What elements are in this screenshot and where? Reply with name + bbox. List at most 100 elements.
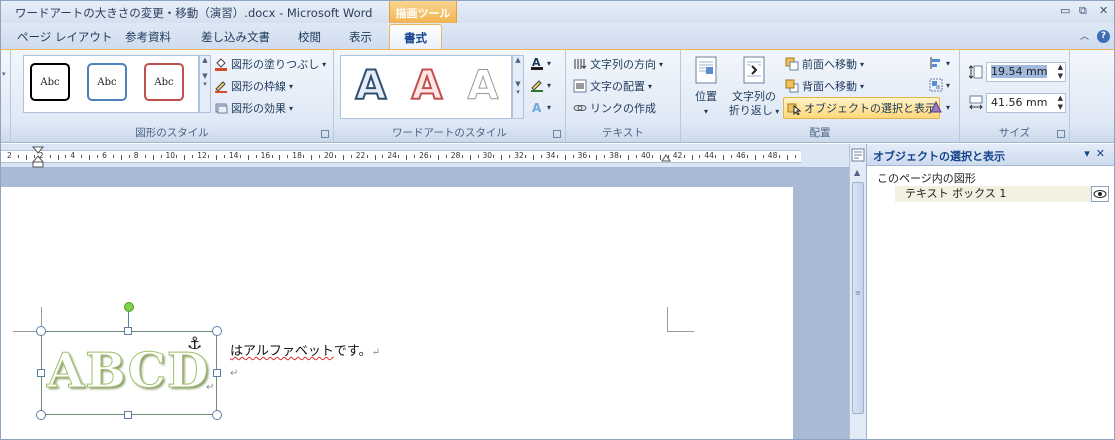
tab-page-layout[interactable]: ページ レイアウト bbox=[17, 29, 112, 45]
position-icon bbox=[695, 56, 717, 84]
help-icon[interactable]: ? bbox=[1097, 30, 1110, 43]
wordart-style-gray[interactable]: A bbox=[461, 64, 505, 109]
align-button[interactable]: ▾ bbox=[929, 56, 950, 70]
text-effects-button[interactable]: A ▾ bbox=[530, 100, 551, 114]
shape-fill-button[interactable]: 図形の塗りつぶし ▾ bbox=[214, 56, 326, 72]
resize-handle-top-right[interactable] bbox=[212, 326, 222, 336]
selection-pane-button[interactable]: オブジェクトの選択と表示 bbox=[783, 97, 940, 119]
ruler-tick bbox=[620, 155, 622, 158]
ruler-tick bbox=[794, 155, 796, 158]
body-paragraph[interactable]: はアルファベットです。↵ bbox=[230, 340, 380, 359]
shape-style-black[interactable]: Abc bbox=[30, 63, 70, 101]
shape-style-gallery-scroll[interactable]: ▲ ▼ ▾ bbox=[199, 55, 211, 113]
wordart-style-blue[interactable]: A bbox=[349, 63, 393, 109]
vertical-scrollbar[interactable]: ▲ ≡ bbox=[849, 144, 866, 439]
rotate-button[interactable]: ▾ bbox=[929, 100, 950, 114]
close-icon[interactable]: ✕ bbox=[1099, 4, 1108, 17]
wordart-gallery-scroll[interactable]: ▲ ▼ ▾ bbox=[512, 55, 524, 119]
ruler-tick bbox=[683, 155, 685, 158]
text-fill-button[interactable]: A ▾ bbox=[530, 56, 551, 70]
indent-marker-icon[interactable] bbox=[32, 146, 44, 168]
scrollbar-thumb[interactable]: ≡ bbox=[852, 182, 864, 414]
ruler-tick bbox=[311, 155, 313, 160]
selection-pane-icon bbox=[787, 103, 801, 115]
tab-format[interactable]: 書式 bbox=[389, 24, 442, 50]
sentence-end-text[interactable]: です。 bbox=[334, 344, 372, 359]
shape-height-input[interactable]: 19.54 mm ▲ ▼ bbox=[986, 62, 1066, 82]
anchor-icon[interactable]: ⚓ bbox=[187, 334, 202, 354]
wrap-text-button[interactable]: 文字列の 折り返し ▾ bbox=[727, 56, 781, 119]
position-button[interactable]: 位置 ▾ bbox=[689, 56, 723, 119]
spelling-squiggle-text[interactable]: はアルファベット bbox=[230, 344, 334, 359]
paint-bucket-icon bbox=[215, 58, 227, 71]
arrange-label: 配置 bbox=[809, 127, 831, 139]
resize-handle-bottom[interactable] bbox=[124, 411, 132, 419]
text-direction-button[interactable]: 文字列の方向 ▾ bbox=[573, 56, 663, 72]
group-shape-styles: Abc Abc Abc ▲ ▼ ▾ 図形の塗りつぶし ▾ 図形の枠線 ▾ 図形の効果 ▾ … bbox=[11, 50, 334, 142]
tab-review[interactable]: 校閲 bbox=[298, 29, 321, 45]
resize-handle-right[interactable] bbox=[213, 369, 221, 377]
ruler-tick bbox=[342, 155, 344, 160]
ruler-tick bbox=[144, 155, 146, 158]
ruler-tick bbox=[319, 155, 321, 158]
restore-icon[interactable]: ⧉ bbox=[1079, 4, 1087, 18]
view-ruler-icon[interactable] bbox=[851, 148, 865, 162]
scroll-up-icon[interactable]: ▲ bbox=[854, 168, 860, 177]
shape-width-input[interactable]: 41.56 mm ▲ ▼ bbox=[986, 93, 1066, 113]
tab-view[interactable]: 表示 bbox=[349, 29, 372, 45]
chevron-down-icon[interactable]: ▾ bbox=[2, 70, 6, 78]
ruler-tick bbox=[113, 155, 115, 158]
drawing-tools-context-tab[interactable]: 描画ツール bbox=[389, 1, 457, 23]
right-indent-marker-icon[interactable] bbox=[661, 154, 671, 162]
ruler-tick bbox=[160, 155, 162, 158]
tab-mailings[interactable]: 差し込み文書 bbox=[201, 29, 270, 45]
ruler-tick bbox=[437, 155, 439, 160]
ruler-number: 22 bbox=[355, 151, 366, 160]
dialog-launcher-icon[interactable] bbox=[1057, 130, 1065, 138]
bring-forward-button[interactable]: 前面へ移動 ▾ bbox=[785, 56, 864, 72]
width-spin-arrows[interactable]: ▲ ▼ bbox=[1058, 94, 1063, 112]
ruler-tick bbox=[430, 155, 432, 158]
create-link-button[interactable]: リンクの作成 bbox=[573, 100, 656, 116]
height-spin-arrows[interactable]: ▲ ▼ bbox=[1058, 63, 1063, 81]
resize-handle-left[interactable] bbox=[37, 369, 45, 377]
pane-menu-icon[interactable]: ▾ bbox=[1084, 147, 1096, 160]
align-text-button[interactable]: 文字の配置 ▾ bbox=[573, 78, 652, 94]
text-outline-button[interactable]: ▾ bbox=[530, 78, 551, 92]
shape-effects-button[interactable]: 図形の効果 ▾ bbox=[214, 100, 293, 116]
ruler-number: 28 bbox=[450, 151, 461, 160]
wordart-text[interactable]: ABCD bbox=[47, 343, 210, 400]
resize-handle-top-left[interactable] bbox=[36, 326, 46, 336]
visibility-eye-icon[interactable] bbox=[1091, 186, 1109, 202]
ruler-tick bbox=[556, 155, 558, 158]
resize-handle-bottom-left[interactable] bbox=[36, 410, 46, 420]
send-backward-button[interactable]: 背面へ移動 ▾ bbox=[785, 78, 864, 94]
shape-style-blue[interactable]: Abc bbox=[87, 63, 127, 101]
dialog-launcher-icon[interactable] bbox=[321, 130, 329, 138]
ruler-tick bbox=[469, 155, 471, 160]
ruler-tick bbox=[120, 155, 122, 160]
ruler-tick bbox=[271, 155, 273, 158]
ruler-tick bbox=[374, 155, 376, 160]
minimize-icon[interactable]: ▭ bbox=[1060, 4, 1070, 17]
shape-style-red[interactable]: Abc bbox=[144, 63, 184, 101]
shape-outline-button[interactable]: 図形の枠線 ▾ bbox=[214, 78, 293, 94]
ruler-tick bbox=[366, 155, 368, 158]
close-pane-icon[interactable]: ✕ bbox=[1096, 147, 1111, 160]
ruler-tick bbox=[572, 155, 574, 158]
tab-references[interactable]: 参考資料 bbox=[125, 29, 171, 45]
rotation-handle[interactable] bbox=[124, 302, 134, 312]
group-objects-button[interactable]: ▾ bbox=[929, 78, 950, 92]
pane-shape-item[interactable]: テキスト ボックス 1 bbox=[895, 186, 1109, 202]
resize-handle-bottom-right[interactable] bbox=[212, 410, 222, 420]
ruler-tick bbox=[588, 155, 590, 158]
minimize-ribbon-icon[interactable]: ︿ bbox=[1080, 29, 1089, 42]
wordart-style-red[interactable]: A bbox=[405, 63, 449, 109]
ruler-tick bbox=[747, 155, 749, 158]
resize-handle-top[interactable] bbox=[124, 327, 132, 335]
horizontal-ruler[interactable]: 2 2 4 6 8 10 12 14 16 18 20 22 24 26 28 30 32 34 36 38 40 42 4… bbox=[1, 144, 849, 168]
text-outline-icon bbox=[531, 80, 543, 92]
ruler-tick bbox=[406, 155, 408, 160]
ruler-tick bbox=[247, 155, 249, 160]
dialog-launcher-icon[interactable] bbox=[553, 130, 561, 138]
